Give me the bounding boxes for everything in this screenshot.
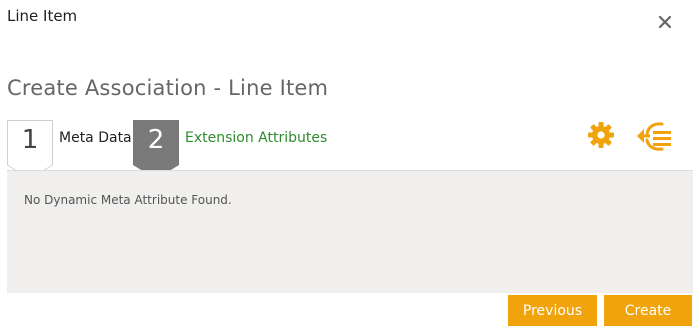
previous-button[interactable]: Previous [508, 295, 597, 326]
create-button[interactable]: Create [604, 295, 692, 326]
gear-icon[interactable] [586, 120, 616, 150]
dialog-title: Line Item [7, 7, 78, 25]
settings-button[interactable] [586, 120, 616, 154]
content-panel: No Dynamic Meta Attribute Found. [7, 170, 693, 293]
collapse-list-icon[interactable] [635, 120, 673, 152]
close-button[interactable] [656, 13, 674, 31]
close-icon[interactable] [656, 13, 674, 31]
step-1-label[interactable]: Meta Data [59, 130, 132, 146]
collapse-list-button[interactable] [635, 120, 673, 156]
empty-state-message: No Dynamic Meta Attribute Found. [24, 193, 232, 207]
page-title: Create Association - Line Item [7, 76, 329, 100]
step-2-label[interactable]: Extension Attributes [185, 130, 327, 146]
step-2-number: 2 [147, 125, 165, 155]
step-1-number: 1 [21, 125, 39, 155]
